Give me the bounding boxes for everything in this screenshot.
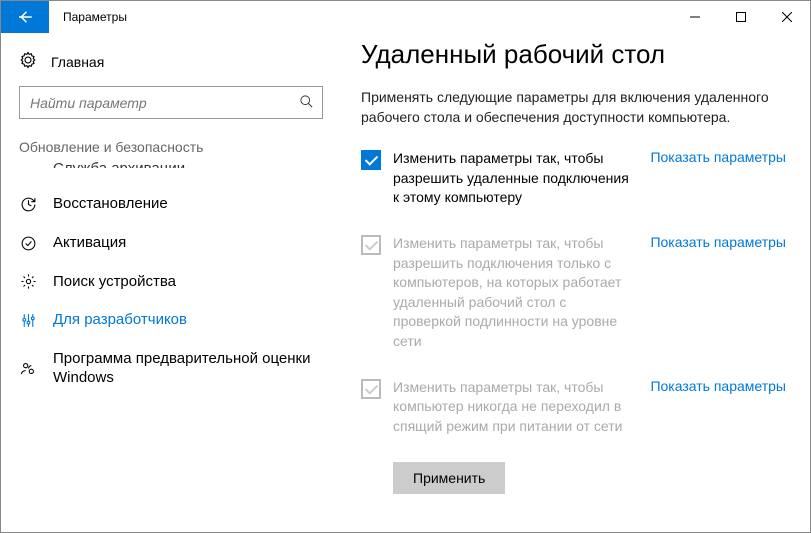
back-button[interactable] (1, 1, 49, 33)
checkbox-nla (361, 235, 381, 255)
setting-text: Изменить параметры так, чтобы компьютер … (393, 378, 633, 437)
setting-text: Изменить параметры так, чтобы разрешить … (393, 234, 633, 352)
maximize-icon (736, 12, 746, 22)
setting-sleep: Изменить параметры так, чтобы компьютер … (361, 378, 786, 437)
close-button[interactable] (764, 1, 810, 33)
minimize-button[interactable] (672, 1, 718, 33)
recovery-icon (19, 195, 37, 213)
checkbox-sleep (361, 379, 381, 399)
sidebar-item-find-device[interactable]: Поиск устройства (1, 263, 341, 302)
sidebar-item-activation[interactable]: Активация (1, 224, 341, 263)
search-icon (299, 94, 314, 112)
find-device-icon (19, 273, 37, 291)
search-box[interactable] (19, 86, 323, 119)
setting-nla: Изменить параметры так, чтобы разрешить … (361, 234, 786, 352)
maximize-button[interactable] (718, 1, 764, 33)
apply-button[interactable]: Применить (393, 462, 505, 494)
sidebar-item-backup[interactable]: Служба архивации (1, 165, 341, 185)
developers-icon (19, 312, 37, 330)
setting-remote-connections: Изменить параметры так, чтобы разрешить … (361, 149, 786, 208)
home-label: Главная (51, 54, 104, 70)
arrow-left-icon (16, 8, 34, 26)
sidebar-item-developers[interactable]: Для разработчиков (1, 301, 341, 340)
page-description: Применять следующие параметры для включе… (361, 88, 786, 127)
checkbox-remote-connections[interactable] (361, 150, 381, 170)
show-params-link[interactable]: Показать параметры (650, 149, 786, 165)
setting-text: Изменить параметры так, чтобы разрешить … (393, 149, 633, 208)
sidebar-item-insider[interactable]: Программа предварительной оценки Windows (1, 340, 341, 398)
insider-icon (19, 360, 37, 378)
home-button[interactable]: Главная (1, 43, 341, 86)
nav-list: Служба архивации Восстановление Активаци… (1, 165, 341, 398)
gear-icon (19, 51, 37, 72)
window-title: Параметры (49, 1, 141, 33)
activation-icon (19, 234, 37, 252)
close-icon (782, 12, 792, 22)
show-params-link[interactable]: Показать параметры (650, 234, 786, 250)
main-panel: Удаленный рабочий стол Применять следующ… (341, 33, 810, 532)
search-input[interactable] (20, 87, 322, 118)
sidebar: Главная Обновление и безопасность Служба… (1, 33, 341, 532)
titlebar: Параметры (1, 1, 810, 33)
show-params-link[interactable]: Показать параметры (650, 378, 786, 394)
page-heading: Удаленный рабочий стол (361, 39, 786, 70)
minimize-icon (690, 12, 700, 22)
window-controls (672, 1, 810, 33)
sidebar-item-recovery[interactable]: Восстановление (1, 185, 341, 224)
